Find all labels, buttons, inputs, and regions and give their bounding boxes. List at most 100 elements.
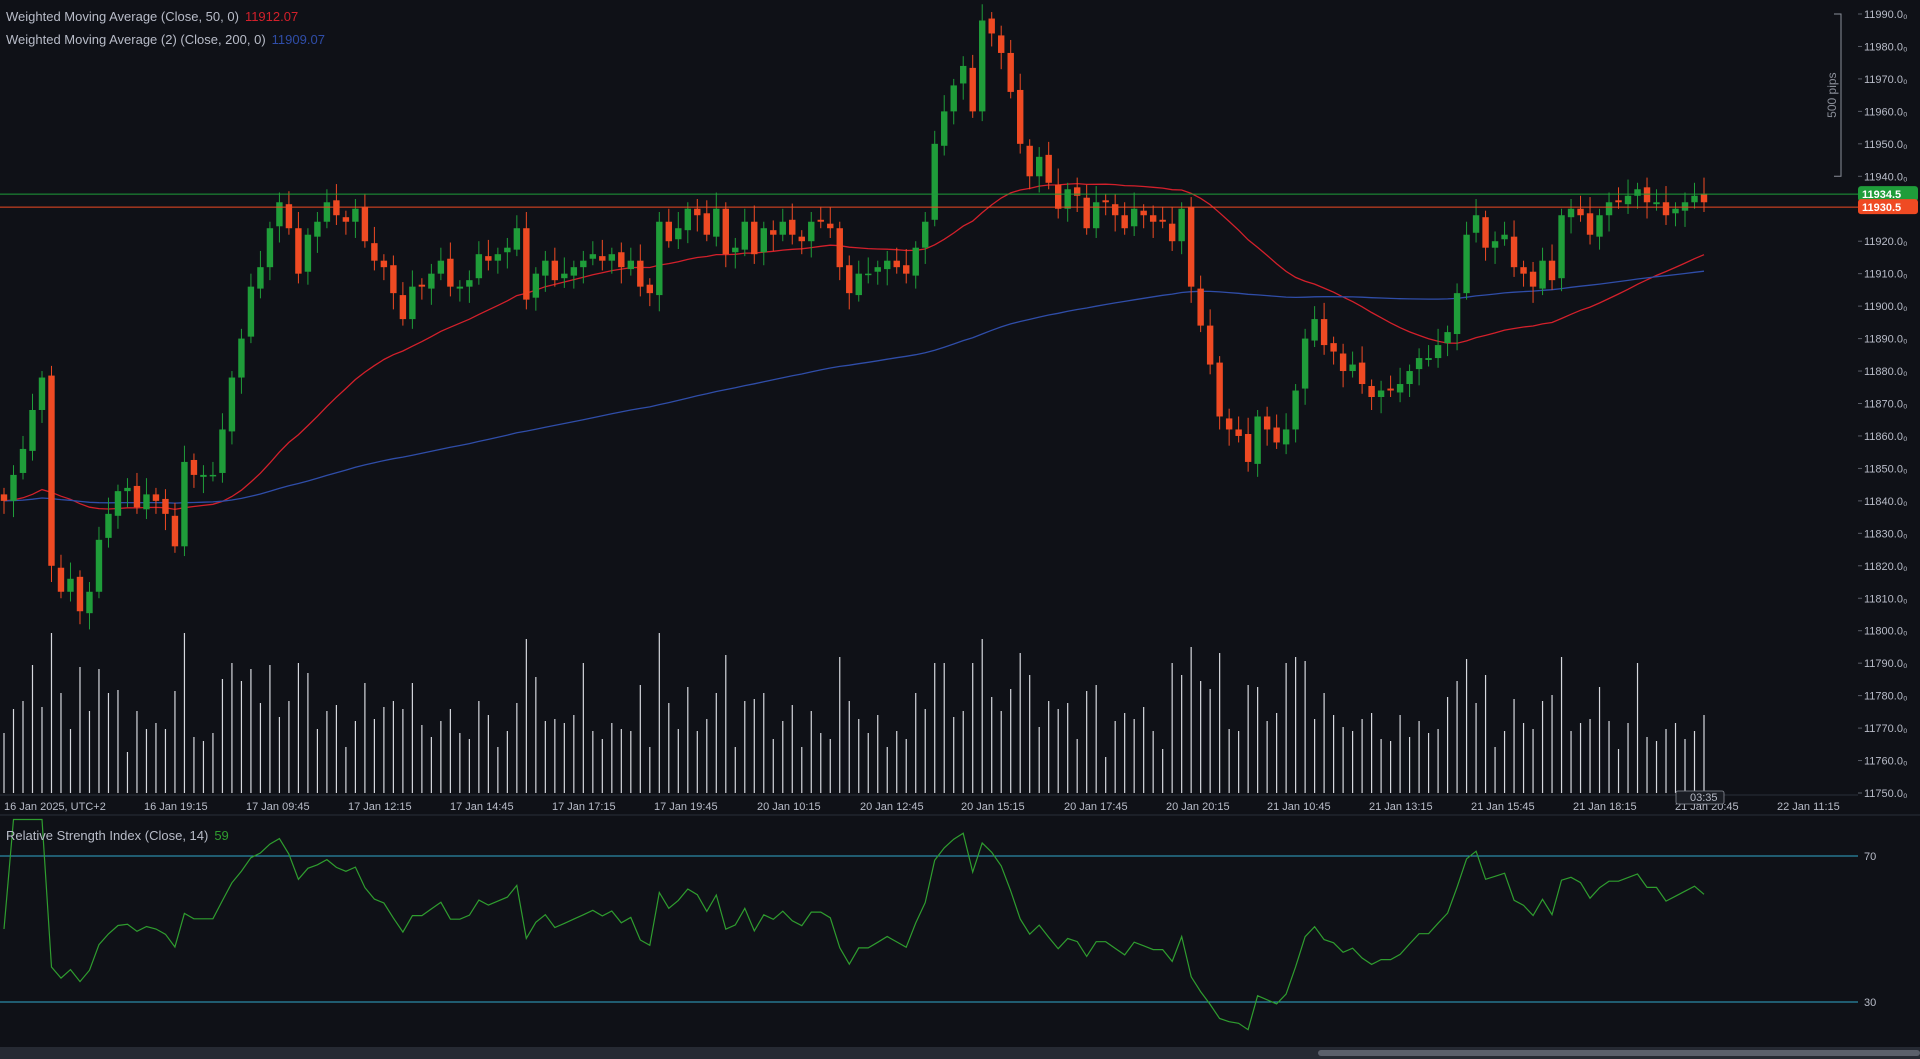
candle [950, 78, 957, 125]
candle [979, 4, 986, 122]
candle [1111, 194, 1119, 232]
candle-body [95, 539, 103, 592]
price-tick-label: 11880.0₀ [1864, 366, 1908, 378]
candle-body [1320, 319, 1328, 346]
candle [105, 497, 112, 548]
candle-body [1216, 362, 1223, 417]
time-label: 17 Jan 12:15 [348, 801, 412, 813]
candle-body [1273, 427, 1280, 443]
candle [437, 247, 445, 281]
candle [219, 413, 226, 483]
candle-body [1444, 332, 1451, 344]
candle [380, 254, 388, 281]
legend-wma200-label: Weighted Moving Average (2) (Close, 200,… [6, 32, 266, 47]
candle [998, 25, 1005, 70]
candle [276, 192, 283, 243]
candle-body [1254, 416, 1261, 464]
candle [912, 241, 919, 289]
candle-body [523, 228, 530, 300]
candle [1539, 247, 1546, 296]
candle-body [314, 221, 321, 237]
candle-body [276, 202, 283, 227]
price-axis-area [1858, 0, 1920, 1047]
candle-body [979, 20, 986, 112]
candle-body [589, 254, 597, 259]
candle-body [722, 208, 729, 255]
candle [228, 371, 236, 445]
horizontal-scrollbar-thumb[interactable] [1318, 1050, 1920, 1056]
candle [1235, 416, 1242, 443]
candle-body [1358, 362, 1366, 385]
candle [1615, 187, 1622, 209]
candle-body [1396, 384, 1404, 393]
candle-body [257, 267, 264, 289]
candle [143, 478, 150, 520]
candle-body [627, 260, 635, 270]
wma50-line [3, 182, 1705, 511]
time-label: 20 Jan 10:15 [757, 801, 821, 813]
legend-rsi: Relative Strength Index (Close, 14) 59 [6, 828, 229, 843]
candle [390, 255, 397, 310]
candle [922, 211, 929, 264]
candle-body [884, 260, 891, 270]
candle-body [475, 254, 483, 279]
candle [86, 582, 93, 630]
candle-body [1425, 358, 1432, 361]
candle-body [656, 221, 663, 296]
candle [409, 270, 416, 329]
candle-body [124, 487, 131, 492]
candle [1187, 197, 1195, 303]
candle [1168, 207, 1176, 251]
candle-body [760, 228, 767, 253]
candle-body [1634, 189, 1641, 196]
candle [152, 487, 160, 514]
candle [1007, 39, 1014, 99]
candle [1026, 139, 1033, 190]
candle-body [551, 260, 559, 281]
time-label: 16 Jan 19:15 [144, 801, 208, 813]
candle-body [1054, 184, 1062, 209]
candle [171, 502, 179, 553]
candle [1254, 409, 1261, 477]
candle [1510, 220, 1518, 277]
candle-body [1045, 154, 1052, 183]
candle [827, 207, 834, 238]
candle-body [1491, 241, 1499, 248]
candle-body [1643, 187, 1651, 203]
time-label: 17 Jan 09:45 [246, 801, 310, 813]
candle-body [447, 258, 454, 287]
time-label: 21 Jan 18:15 [1573, 801, 1637, 813]
candle [504, 237, 511, 269]
candle-body [950, 85, 957, 112]
candle-body [1558, 215, 1565, 279]
candle-body [456, 286, 464, 289]
candle [941, 95, 948, 156]
candle [751, 205, 758, 264]
candle-body [428, 273, 435, 289]
candle-body [390, 265, 397, 294]
candle-body [1121, 215, 1128, 229]
legend-wma200: Weighted Moving Average (2) (Close, 200,… [6, 32, 325, 47]
candle [1292, 384, 1299, 443]
candle-body [1624, 195, 1632, 205]
time-label: 20 Jan 12:45 [860, 801, 924, 813]
candle [817, 206, 824, 229]
candle-body [665, 221, 673, 242]
candle [561, 257, 568, 288]
candle-body [494, 254, 502, 261]
candle-body [808, 221, 815, 242]
candles [0, 4, 1708, 630]
candle [1178, 202, 1185, 255]
candle-body [1225, 418, 1233, 430]
candle-body [1140, 210, 1147, 216]
candle-body [561, 273, 568, 279]
candle [361, 193, 369, 248]
candle-body [504, 247, 511, 253]
candle-body [846, 265, 853, 294]
legend-rsi-label: Relative Strength Index (Close, 14) [6, 828, 209, 843]
candle [485, 239, 492, 271]
candle-body [969, 67, 976, 112]
candle-body [1691, 195, 1698, 203]
candle [1491, 231, 1499, 264]
time-label: 20 Jan 15:15 [961, 801, 1025, 813]
